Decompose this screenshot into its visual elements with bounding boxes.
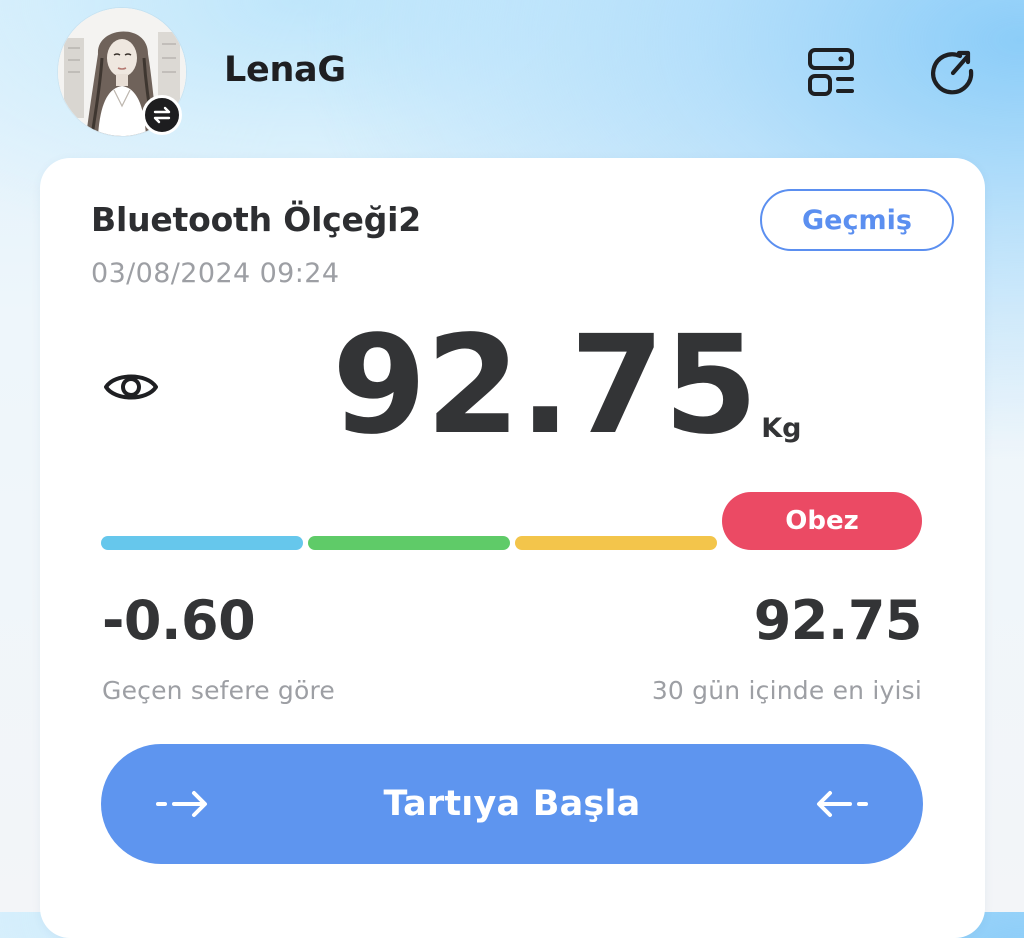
username: LenaG xyxy=(224,50,346,90)
history-button[interactable]: Geçmiş xyxy=(760,189,954,251)
refresh-icon xyxy=(931,50,974,95)
switch-user-button[interactable] xyxy=(142,95,182,135)
bmi-segment-normal xyxy=(308,536,510,550)
measurement-card: Bluetooth Ölçeği2 03/08/2024 09:24 Geçmi… xyxy=(40,158,985,938)
start-weighing-label: Tartıya Başla xyxy=(383,784,641,824)
change-label: Geçen sefere göre xyxy=(102,676,335,705)
device-name: Bluetooth Ölçeği2 xyxy=(91,200,422,239)
arrow-right-icon xyxy=(156,791,207,817)
device-list-button[interactable] xyxy=(803,44,859,100)
weight-unit: Kg xyxy=(761,413,802,444)
start-weighing-button[interactable]: Tartıya Başla xyxy=(101,744,923,864)
best-value: 92.75 xyxy=(753,589,923,652)
weight-value: 92.75 xyxy=(332,307,758,465)
eye-icon xyxy=(104,374,158,400)
bmi-segment-overweight xyxy=(515,536,717,550)
device-list-icon xyxy=(808,48,854,96)
toggle-visibility-button[interactable] xyxy=(102,362,160,412)
change-value: -0.60 xyxy=(102,589,256,652)
bmi-segment-underweight xyxy=(101,536,303,550)
best-label: 30 gün içinde en iyisi xyxy=(651,676,922,705)
arrow-left-icon xyxy=(817,791,868,817)
bmi-status-badge: Obez xyxy=(722,492,922,550)
weight-display: 92.75 Kg xyxy=(332,318,801,454)
measurement-timestamp: 03/08/2024 09:24 xyxy=(91,258,340,289)
avatar-container[interactable] xyxy=(58,8,186,136)
refresh-button[interactable] xyxy=(925,45,981,101)
switch-user-icon xyxy=(153,106,171,124)
